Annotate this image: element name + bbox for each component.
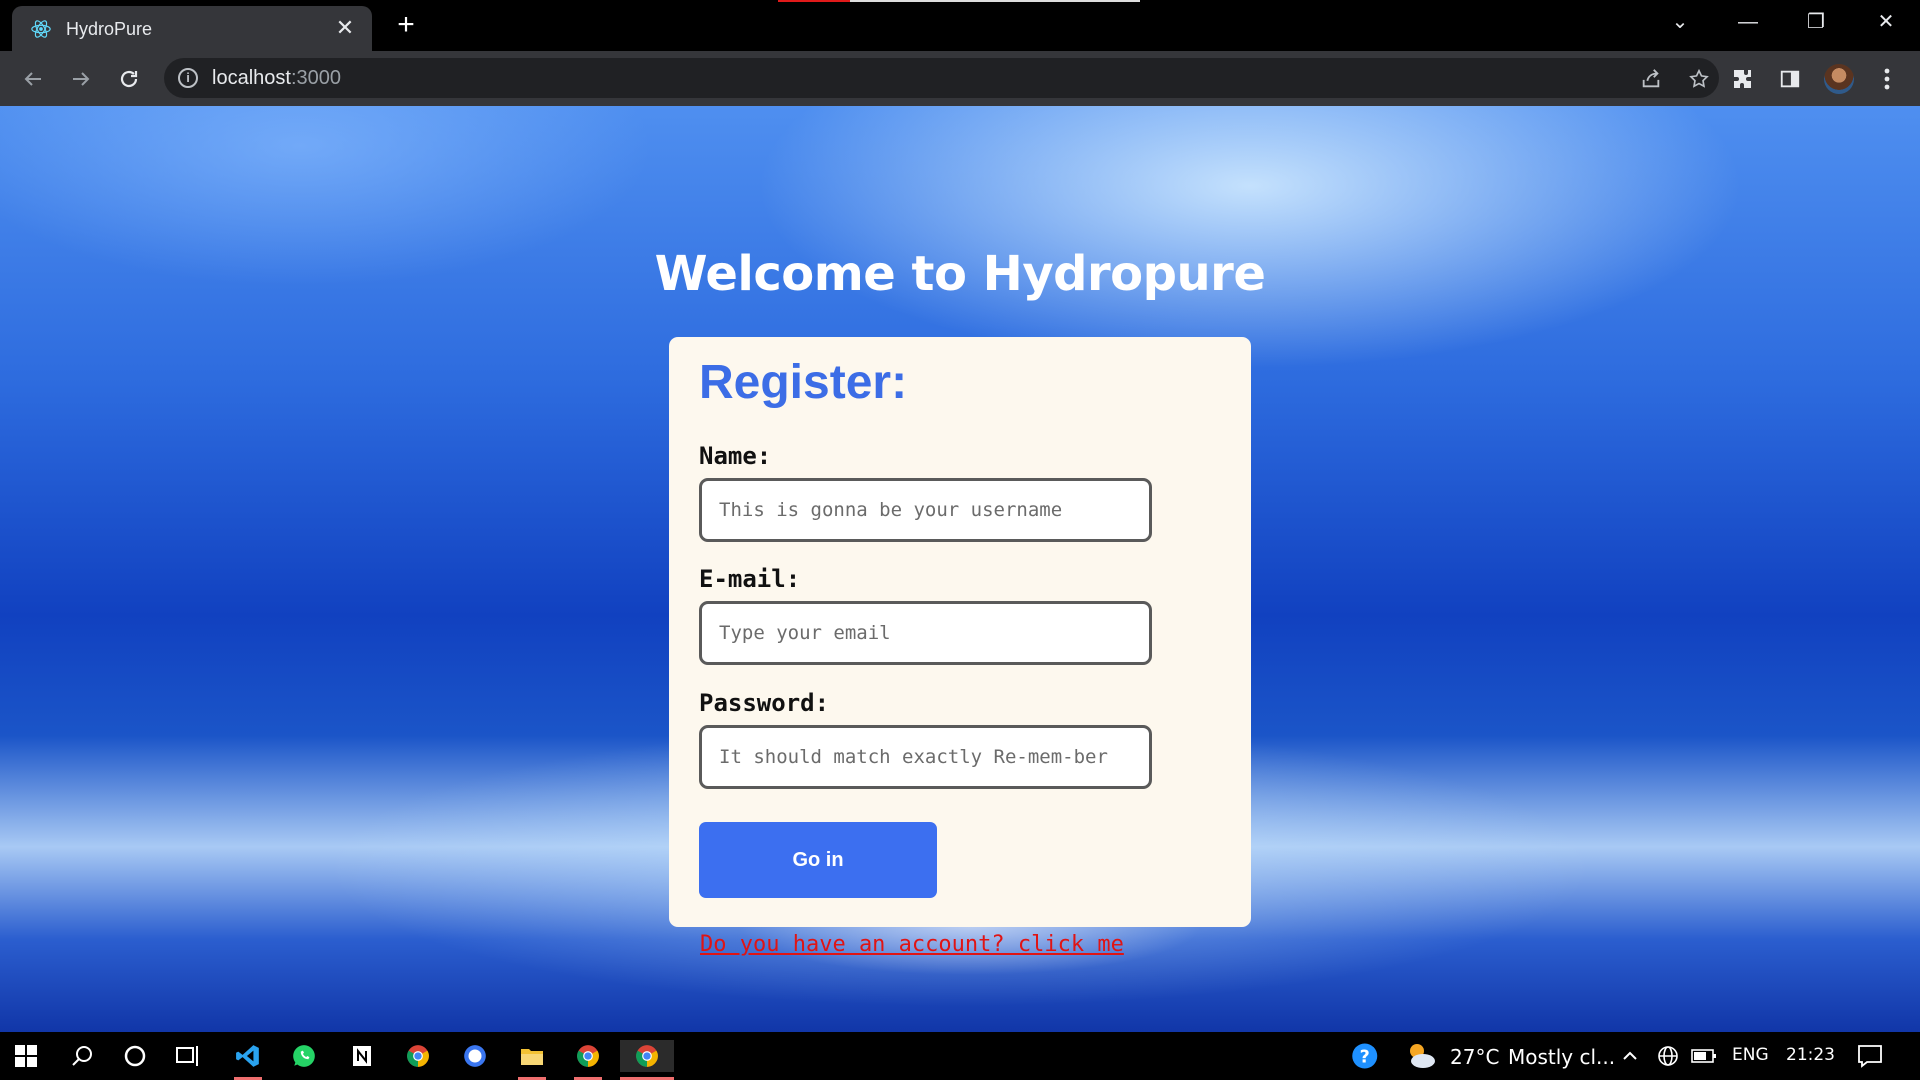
close-tab-icon[interactable]: ✕ bbox=[332, 15, 358, 41]
chevron-up-icon[interactable] bbox=[1610, 1040, 1650, 1072]
chrome-icon[interactable] bbox=[398, 1040, 438, 1072]
task-view-icon[interactable] bbox=[168, 1040, 208, 1072]
arrow-right-icon bbox=[73, 72, 90, 86]
form-title: Register: bbox=[699, 356, 908, 409]
notifications-icon[interactable] bbox=[1850, 1040, 1890, 1072]
site-info-icon[interactable]: i bbox=[178, 68, 198, 88]
vscode-icon[interactable] bbox=[228, 1040, 268, 1080]
clock[interactable]: 21:23 bbox=[1786, 1045, 1835, 1065]
profile-avatar[interactable] bbox=[1824, 64, 1854, 94]
back-button[interactable] bbox=[16, 63, 50, 95]
chrome-icon[interactable] bbox=[620, 1040, 674, 1080]
language-indicator[interactable]: ENG bbox=[1732, 1045, 1769, 1065]
notion-icon[interactable] bbox=[342, 1040, 382, 1072]
weather-description[interactable]: Mostly cl... bbox=[1508, 1045, 1615, 1069]
browser-tab-strip: HydroPure ✕ + ⌄ — ❐ ✕ bbox=[0, 0, 1920, 51]
name-label: Name: bbox=[699, 442, 772, 470]
weather-cloud-icon[interactable] bbox=[1400, 1040, 1440, 1072]
reload-icon bbox=[120, 70, 138, 88]
url-text: localhost:3000 bbox=[212, 67, 341, 89]
weather-temperature: 27°C bbox=[1450, 1045, 1500, 1069]
password-input[interactable] bbox=[699, 725, 1152, 789]
puzzle-icon[interactable] bbox=[1727, 63, 1759, 95]
browser-tab-hydropure[interactable]: HydroPure ✕ bbox=[12, 6, 372, 51]
svg-text:?: ? bbox=[1360, 1047, 1370, 1067]
tab-search-icon[interactable]: ⌄ bbox=[1660, 8, 1700, 36]
email-input[interactable] bbox=[699, 601, 1152, 665]
star-icon[interactable] bbox=[1684, 64, 1714, 94]
battery-icon[interactable] bbox=[1684, 1040, 1724, 1072]
windows-taskbar: ? 27°C Mostly cl... ENG 21:23 bbox=[0, 1032, 1920, 1080]
page-title: Welcome to Hydropure bbox=[654, 246, 1266, 302]
whatsapp-icon[interactable] bbox=[284, 1040, 324, 1072]
register-form: Register: Name: E-mail: Password: Go in bbox=[669, 337, 1251, 927]
address-bar[interactable]: i localhost:3000 bbox=[164, 58, 1719, 98]
page-load-progress bbox=[778, 0, 850, 2]
page-load-progress-track bbox=[850, 0, 1140, 2]
cortana-icon[interactable] bbox=[115, 1040, 155, 1072]
search-icon[interactable] bbox=[62, 1040, 102, 1072]
page-viewport: Welcome to Hydropure Register: Name: E-m… bbox=[0, 106, 1920, 1032]
chrome-icon[interactable] bbox=[568, 1040, 608, 1080]
go-in-button[interactable]: Go in bbox=[699, 822, 937, 898]
tab-title: HydroPure bbox=[66, 19, 153, 39]
reload-button[interactable] bbox=[112, 63, 146, 95]
login-link[interactable]: Do you have an account? click me bbox=[700, 932, 1124, 957]
help-icon[interactable]: ? bbox=[1346, 1040, 1386, 1072]
name-input[interactable] bbox=[699, 478, 1152, 542]
arrow-left-icon bbox=[24, 72, 41, 86]
react-atom-icon bbox=[31, 20, 51, 38]
kebab-menu-icon[interactable] bbox=[1871, 63, 1903, 95]
side-panel-icon[interactable] bbox=[1774, 63, 1806, 95]
password-label: Password: bbox=[699, 689, 830, 717]
signal-icon[interactable] bbox=[455, 1040, 495, 1072]
globe-icon[interactable] bbox=[1648, 1040, 1688, 1072]
file-explorer-icon[interactable] bbox=[512, 1040, 552, 1080]
forward-button[interactable] bbox=[64, 63, 98, 95]
email-label: E-mail: bbox=[699, 565, 801, 593]
restore-icon[interactable]: ❐ bbox=[1796, 8, 1836, 36]
windows-start-icon[interactable] bbox=[6, 1040, 46, 1072]
share-icon[interactable] bbox=[1636, 64, 1666, 94]
browser-toolbar: i localhost:3000 bbox=[0, 51, 1920, 106]
new-tab-button[interactable]: + bbox=[390, 10, 422, 42]
minimize-icon[interactable]: — bbox=[1728, 8, 1768, 36]
window-close-icon[interactable]: ✕ bbox=[1866, 8, 1906, 36]
